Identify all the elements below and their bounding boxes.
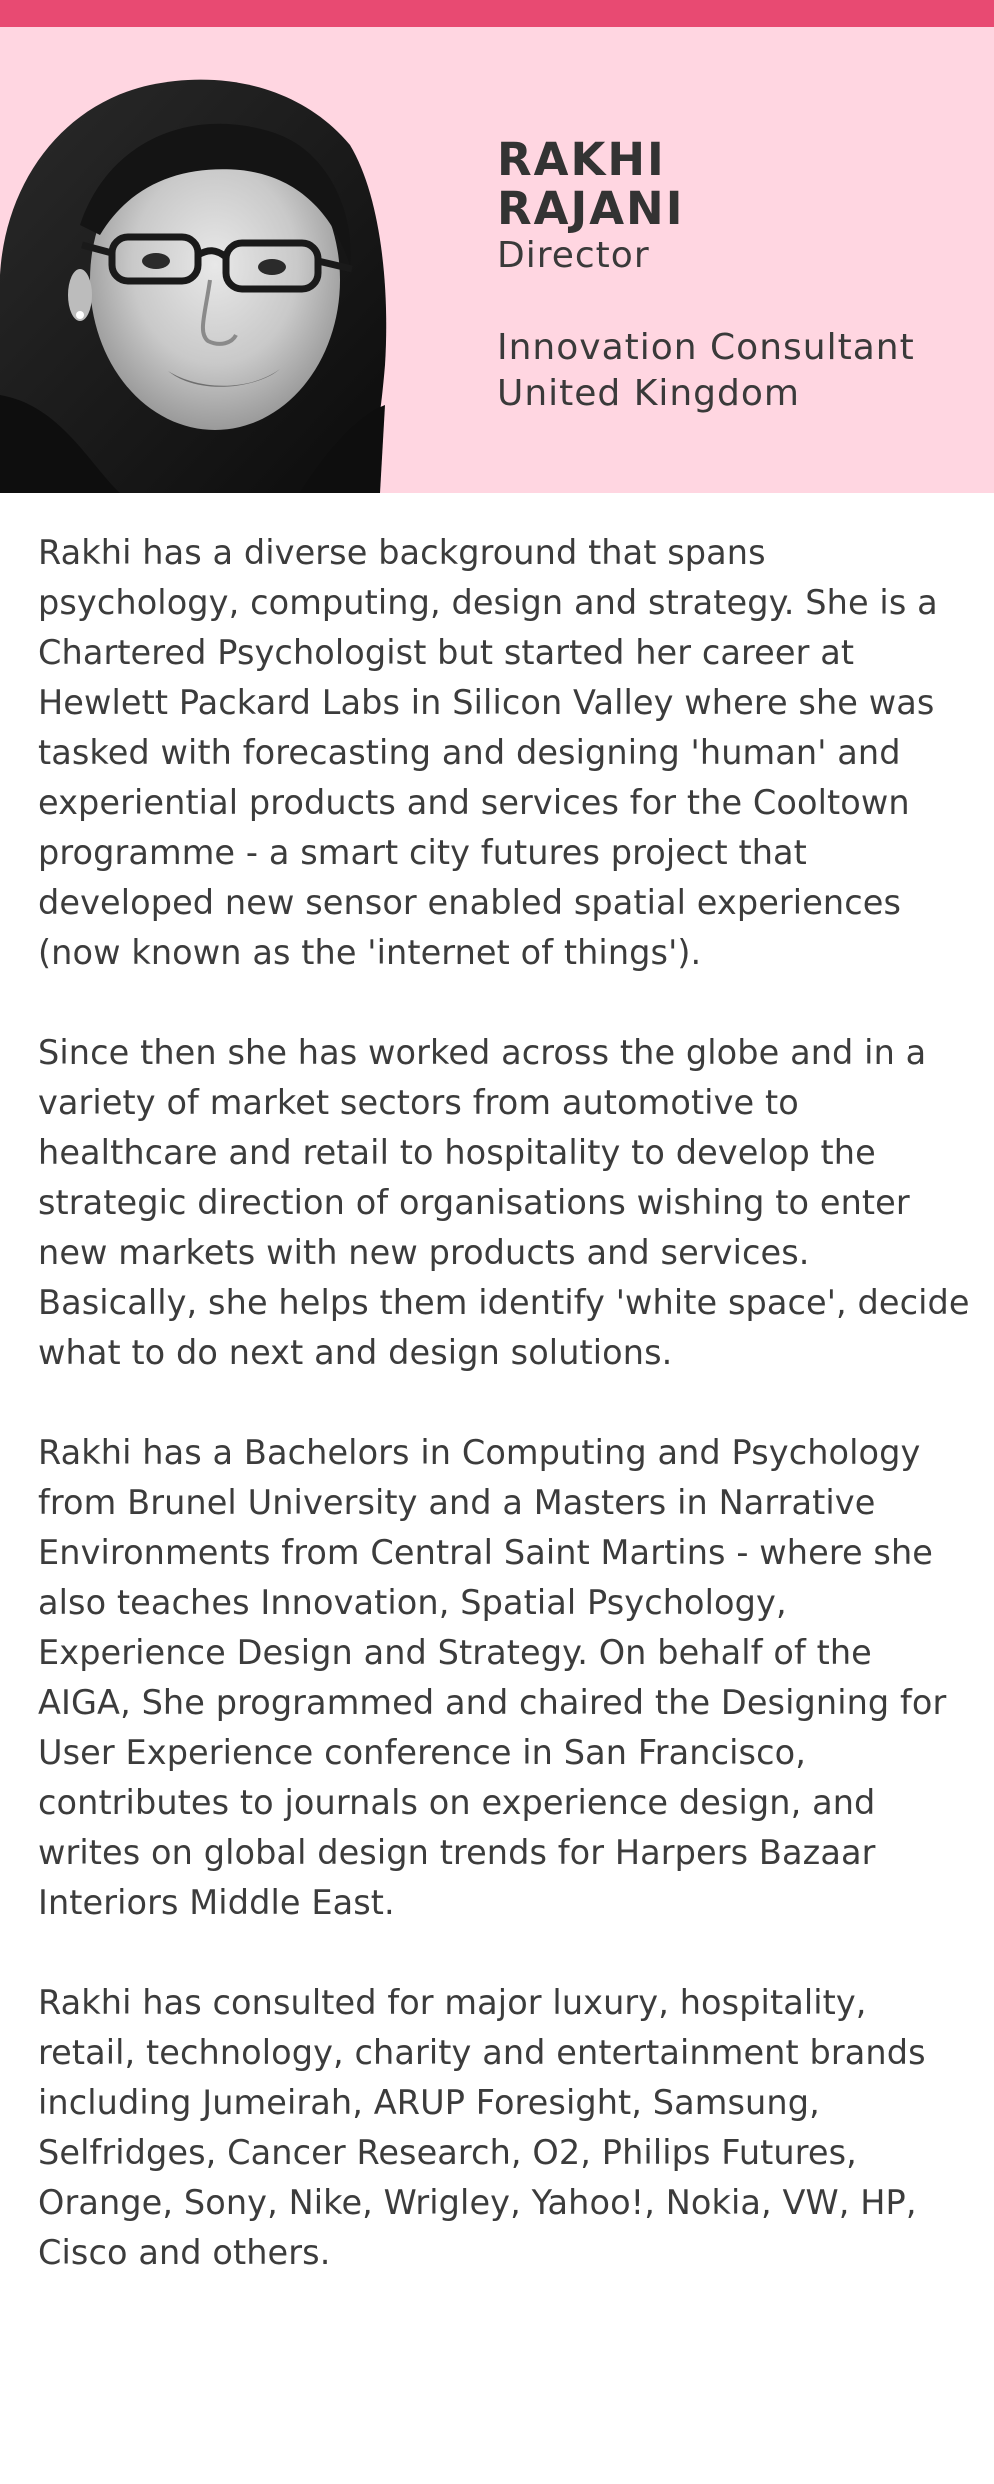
profile-title: Director <box>497 235 650 276</box>
profile-name-last: RAJANI <box>497 182 685 235</box>
profile-location: United Kingdom <box>497 373 800 414</box>
profile-role: Innovation Consultant <box>497 327 915 368</box>
profile-info: RAKHI RAJANI Director Innovation Consult… <box>497 135 967 417</box>
portrait-photo <box>0 79 387 493</box>
accent-bar <box>0 0 994 27</box>
bio-section: Rakhi has a diverse background that span… <box>0 493 994 2278</box>
profile-name-first: RAKHI <box>497 133 666 186</box>
profile-meta: Innovation Consultant United Kingdom <box>497 325 967 417</box>
bio-paragraph: Rakhi has a diverse background that span… <box>38 533 938 972</box>
profile-name: RAKHI RAJANI <box>497 135 967 233</box>
bio-paragraph: Rakhi has consulted for major luxury, ho… <box>38 1983 926 2272</box>
profile-header: RAKHI RAJANI Director Innovation Consult… <box>0 27 994 493</box>
bio-paragraph: Since then she has worked across the glo… <box>38 1033 970 1372</box>
bio-paragraph: Rakhi has a Bachelors in Computing and P… <box>38 1433 947 1922</box>
